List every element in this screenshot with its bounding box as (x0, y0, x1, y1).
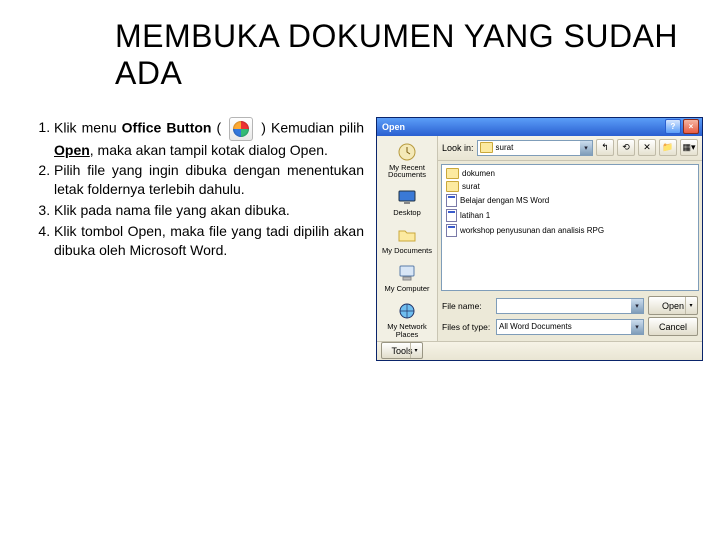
folder-icon (480, 142, 493, 153)
step-4: Klik tombol Open, maka file yang tadi di… (54, 222, 364, 260)
delete-button[interactable]: ✕ (638, 139, 656, 156)
mynet-icon (395, 299, 419, 323)
dialog-titlebar: Open ? × (377, 118, 702, 136)
places-bar: My Recent Documents Desktop My Documents (377, 136, 438, 341)
step-1-text-d: ) Kemudian pilih (256, 119, 364, 135)
step-1-office-button: Office Button (122, 119, 212, 135)
new-folder-button[interactable]: 📁 (659, 139, 677, 156)
dialog-title: Open (380, 122, 663, 132)
views-button[interactable]: ▦▾ (680, 139, 698, 156)
page-title: MEMBUKA DOKUMEN YANG SUDAH ADA (115, 18, 720, 92)
office-button-icon (229, 117, 253, 141)
file-name: Belajar dengan MS Word (460, 196, 549, 205)
mycomp-icon (395, 261, 419, 285)
dialog-toolbar: Look in: surat ▾ ↰ ⟲ ✕ 📁 ▦▾ (438, 136, 702, 161)
step-1-text-f: , maka akan tampil kotak dialog Open. (90, 142, 328, 158)
folder-icon (446, 181, 459, 192)
place-mydocs[interactable]: My Documents (379, 223, 435, 255)
mydocs-icon (395, 223, 419, 247)
lookin-value: surat (496, 143, 514, 152)
close-button[interactable]: × (683, 119, 699, 134)
step-1-text-a: Klik menu (54, 119, 122, 135)
recent-icon (395, 140, 419, 164)
chevron-down-icon: ▾ (580, 141, 592, 155)
filetype-dropdown[interactable]: All Word Documents ▾ (496, 319, 644, 335)
filename-label: File name: (442, 301, 492, 311)
file-name: workshop penyusunan dan analisis RPG (460, 226, 604, 235)
list-item[interactable]: dokumen (446, 168, 694, 179)
file-name: surat (462, 182, 480, 191)
step-3: Klik pada nama file yang akan dibuka. (54, 201, 364, 220)
lookin-dropdown[interactable]: surat ▾ (477, 140, 593, 156)
place-mynet[interactable]: My Network Places (379, 299, 435, 339)
chevron-down-icon: ▾ (631, 299, 643, 313)
filetype-label: Files of type: (442, 322, 492, 332)
chevron-down-icon: ▾ (410, 343, 421, 358)
open-dialog: Open ? × My Recent Documents Desktop (376, 117, 703, 361)
chevron-down-icon: ▾ (631, 320, 643, 334)
list-item[interactable]: latihan 1 (446, 209, 694, 222)
step-2: Pilih file yang ingin dibuka dengan mene… (54, 161, 364, 199)
open-button[interactable]: Open ▾ (648, 296, 698, 315)
chevron-down-icon: ▾ (685, 297, 696, 314)
place-mynet-label: My Network Places (379, 323, 435, 339)
back-button[interactable]: ⟲ (617, 139, 635, 156)
step-1-text-c: ( (211, 119, 226, 135)
place-desktop[interactable]: Desktop (379, 185, 435, 217)
place-desktop-label: Desktop (393, 209, 421, 217)
place-recent-label: My Recent Documents (379, 164, 435, 180)
file-name: latihan 1 (460, 211, 490, 220)
file-list[interactable]: dokumen surat Belajar dengan MS Word lat… (441, 164, 699, 291)
word-doc-icon (446, 209, 457, 222)
file-name: dokumen (462, 169, 495, 178)
open-button-label: Open (662, 301, 684, 311)
word-doc-icon (446, 224, 457, 237)
place-mycomp[interactable]: My Computer (379, 261, 435, 293)
tools-button[interactable]: Tools ▾ (381, 342, 423, 359)
filetype-value: All Word Documents (499, 322, 572, 331)
lookin-label: Look in: (442, 143, 474, 153)
desktop-icon (395, 185, 419, 209)
instruction-steps: Klik menu Office Button ( ) Kemudian pil… (36, 117, 364, 262)
place-mydocs-label: My Documents (382, 247, 432, 255)
step-1: Klik menu Office Button ( ) Kemudian pil… (54, 117, 364, 160)
list-item[interactable]: surat (446, 181, 694, 192)
place-mycomp-label: My Computer (384, 285, 429, 293)
folder-icon (446, 168, 459, 179)
help-button[interactable]: ? (665, 119, 681, 134)
cancel-button-label: Cancel (659, 322, 687, 332)
place-recent[interactable]: My Recent Documents (379, 140, 435, 180)
step-1-open: Open (54, 142, 90, 158)
filename-input[interactable]: ▾ (496, 298, 644, 314)
list-item[interactable]: Belajar dengan MS Word (446, 194, 694, 207)
cancel-button[interactable]: Cancel (648, 317, 698, 336)
office-orb-icon (233, 121, 249, 137)
word-doc-icon (446, 194, 457, 207)
up-folder-button[interactable]: ↰ (596, 139, 614, 156)
list-item[interactable]: workshop penyusunan dan analisis RPG (446, 224, 694, 237)
